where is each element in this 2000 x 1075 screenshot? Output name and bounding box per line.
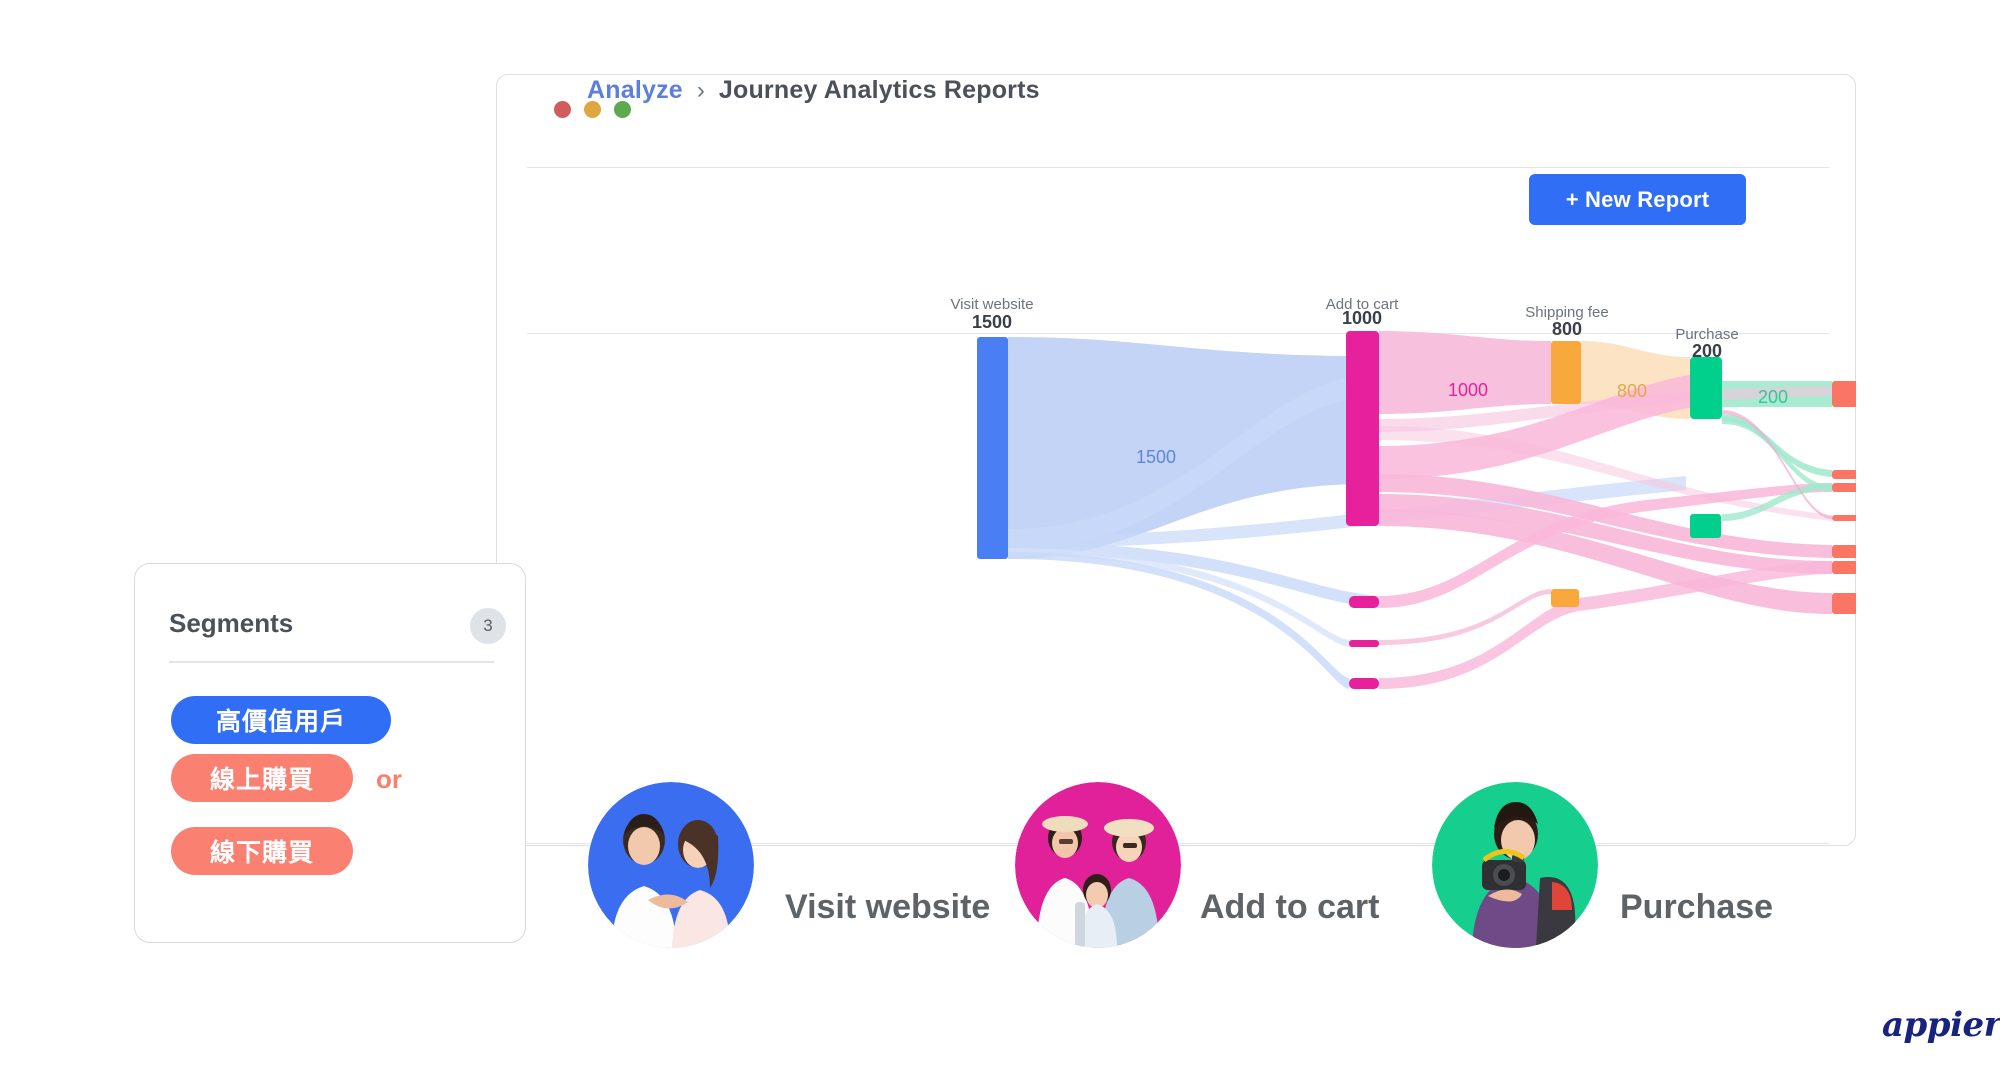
segment-pill-online-purchase[interactable]: 線上購買 — [171, 754, 353, 802]
persona-label-purchase: Purchase — [1620, 888, 1774, 926]
segment-pill-offline-purchase[interactable]: 線下購買 — [171, 827, 353, 875]
segments-title: Segments — [169, 608, 294, 638]
node-cart-secondary-1[interactable] — [1349, 596, 1379, 608]
node-shipping-secondary[interactable] — [1551, 589, 1579, 607]
flow-label-purchase-to-end: 200 — [1758, 387, 1788, 407]
node-purchase-secondary[interactable] — [1690, 514, 1721, 538]
persona-label-visit-website: Visit website — [785, 888, 991, 926]
node-value-shipping-fee: 800 — [1552, 319, 1582, 339]
node-terminal-7[interactable] — [1832, 593, 1856, 614]
flow-label-cart-to-shipping: 1000 — [1448, 380, 1488, 400]
persona-avatar-visit-website — [588, 782, 754, 948]
segments-divider — [169, 661, 494, 663]
persona-avatar-add-to-cart — [1015, 782, 1181, 948]
node-label-visit-website: Visit website — [950, 296, 1033, 313]
segments-or-label: or — [376, 764, 402, 794]
segments-count-badge: 3 — [470, 608, 506, 644]
node-visit-website[interactable] — [977, 337, 1008, 559]
node-terminal-1[interactable] — [1832, 381, 1856, 407]
node-terminal-2[interactable] — [1832, 470, 1856, 479]
node-value-purchase: 200 — [1692, 341, 1722, 361]
flow-label-visit-to-cart: 1500 — [1136, 447, 1176, 467]
node-cart-secondary-2[interactable] — [1349, 640, 1379, 647]
sankey-diagram: Visit website 1500 Add to cart 1000 Ship… — [950, 296, 1856, 689]
node-add-to-cart[interactable] — [1346, 331, 1379, 526]
node-terminal-3[interactable] — [1832, 483, 1856, 492]
node-shipping-fee[interactable] — [1551, 341, 1581, 404]
node-terminal-5[interactable] — [1832, 545, 1856, 558]
flow-cart-to-shipping — [1379, 331, 1551, 414]
node-value-add-to-cart: 1000 — [1342, 308, 1382, 328]
node-terminal-4[interactable] — [1832, 515, 1856, 521]
persona-label-add-to-cart: Add to cart — [1200, 888, 1380, 926]
flow-label-shipping-to-purchase: 800 — [1617, 381, 1647, 401]
appier-logo: appier — [1882, 1005, 2000, 1045]
node-value-visit-website: 1500 — [972, 312, 1012, 332]
segments-panel: Segments 3 高價值用戶 線上購買 or 線下購買 — [134, 563, 526, 943]
node-terminal-6[interactable] — [1832, 561, 1856, 574]
flow-cart4-out — [1379, 561, 1832, 689]
screenshot-root: Analyze › Journey Analytics Reports + Ne… — [0, 0, 2000, 1075]
persona-avatar-purchase — [1432, 782, 1598, 948]
segment-pill-high-value[interactable]: 高價值用戶 — [171, 696, 391, 744]
node-cart-secondary-3[interactable] — [1349, 678, 1379, 689]
node-purchase[interactable] — [1690, 357, 1722, 419]
